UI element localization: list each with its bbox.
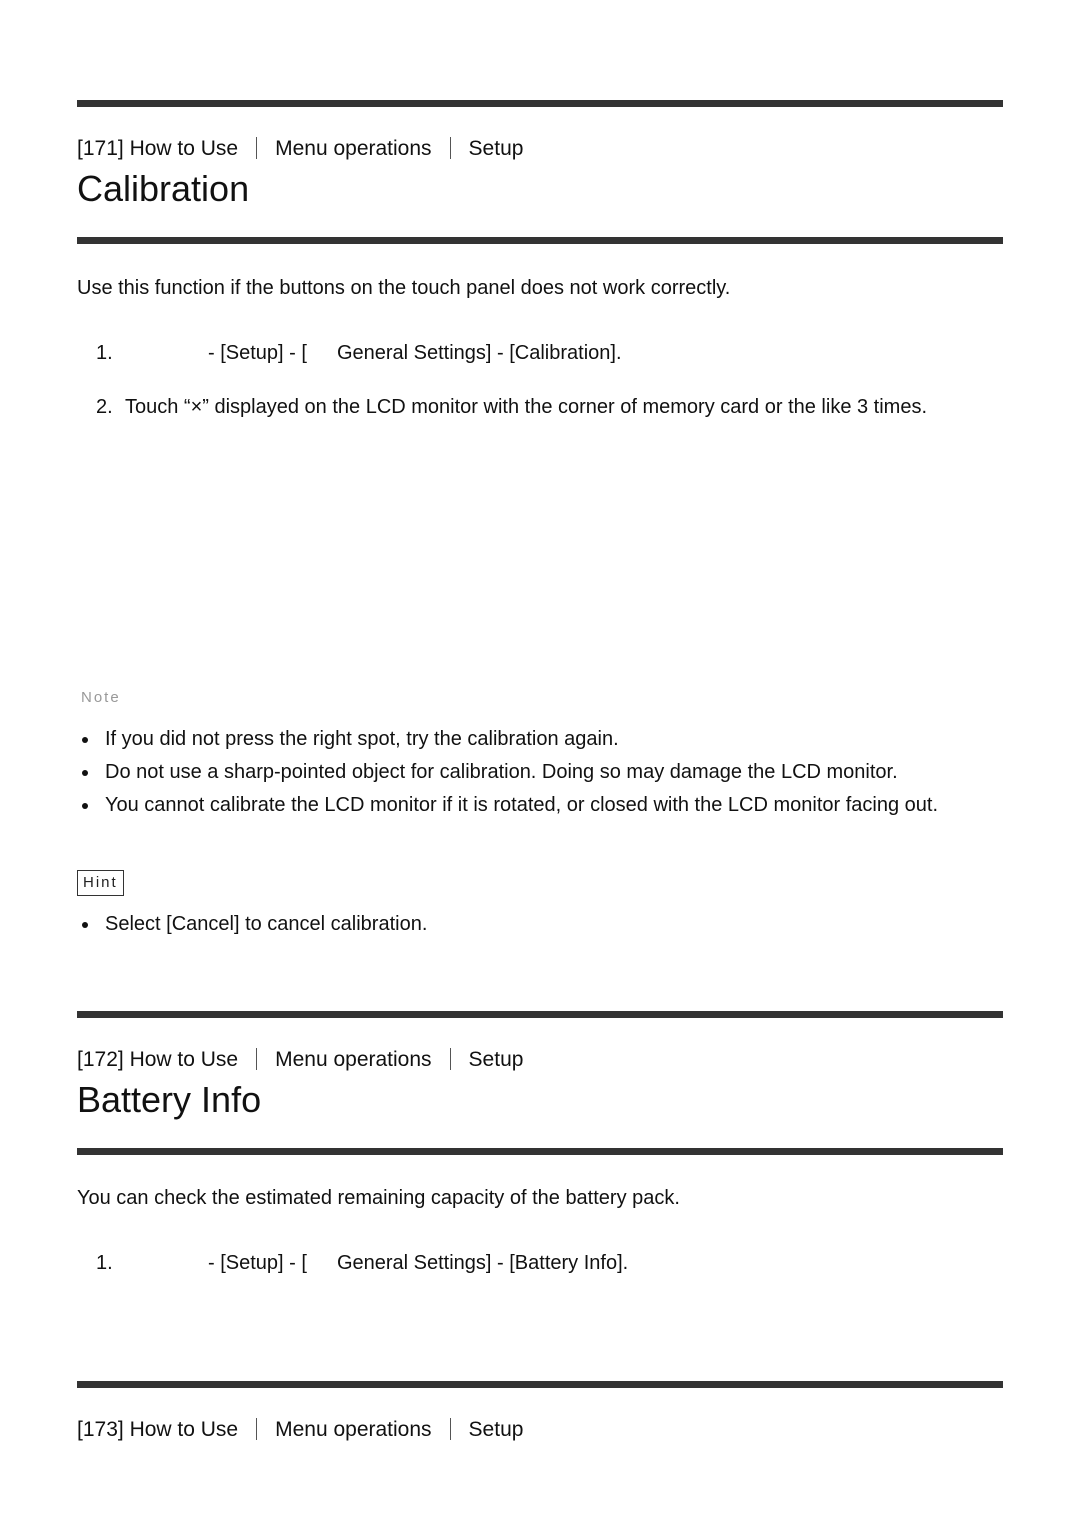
- list-item: Select [Cancel] to cancel calibration.: [77, 908, 987, 941]
- breadcrumb-number: [171]: [77, 137, 124, 160]
- list-item-text: Select [Cancel] to cancel calibration.: [105, 913, 428, 935]
- breadcrumb-separator: [449, 137, 451, 159]
- breadcrumb-separator: [256, 137, 258, 159]
- note-list: If you did not press the right spot, try…: [77, 723, 987, 822]
- bullet-icon: [82, 770, 88, 776]
- breadcrumb-item[interactable]: How to Use: [130, 1048, 239, 1071]
- section-divider: [77, 237, 1003, 244]
- breadcrumb-separator: [256, 1418, 258, 1440]
- breadcrumb-number: [172]: [77, 1048, 124, 1071]
- bullet-icon: [82, 922, 88, 928]
- list-item: If you did not press the right spot, try…: [77, 723, 987, 756]
- breadcrumb: [172] How to Use Menu operations Setup: [77, 1048, 523, 1072]
- bullet-icon: [82, 803, 88, 809]
- step-text-part: - [Setup] - [: [208, 342, 307, 364]
- breadcrumb: [173] How to Use Menu operations Setup: [77, 1418, 523, 1442]
- breadcrumb-separator: [449, 1418, 451, 1440]
- section-divider: [77, 1381, 1003, 1388]
- breadcrumb-number: [173]: [77, 1418, 124, 1441]
- breadcrumb-item[interactable]: Menu operations: [275, 137, 431, 160]
- breadcrumb-item[interactable]: Setup: [469, 1418, 524, 1441]
- breadcrumb-item[interactable]: How to Use: [130, 137, 239, 160]
- step-number: 2.: [96, 396, 113, 418]
- page-title: Calibration: [77, 168, 250, 209]
- section-divider: [77, 1148, 1003, 1155]
- breadcrumb-item[interactable]: Setup: [469, 137, 524, 160]
- list-item: Do not use a sharp-pointed object for ca…: [77, 756, 987, 789]
- breadcrumb-item[interactable]: How to Use: [130, 1418, 239, 1441]
- section-divider: [77, 100, 1003, 107]
- breadcrumb: [171] How to Use Menu operations Setup: [77, 137, 523, 161]
- hint-list: Select [Cancel] to cancel calibration.: [77, 908, 987, 941]
- breadcrumb-separator: [449, 1048, 451, 1070]
- hint-label: Hint: [77, 870, 124, 896]
- step-text: - [Setup] - [ General Settings] - [Batter…: [125, 1247, 975, 1280]
- bullet-icon: [82, 737, 88, 743]
- note-label: Note: [81, 689, 121, 706]
- list-item: You cannot calibrate the LCD monitor if …: [77, 789, 987, 822]
- intro-text: You can check the estimated remaining ca…: [77, 1187, 680, 1209]
- list-item-text: If you did not press the right spot, try…: [105, 728, 619, 750]
- breadcrumb-item[interactable]: Menu operations: [275, 1048, 431, 1071]
- step-text-part: General Settings] - [Calibration].: [336, 342, 622, 364]
- section-divider: [77, 1011, 1003, 1018]
- step-text-part: General Settings] - [Battery Info].: [336, 1252, 629, 1274]
- step-text: - [Setup] - [ General Settings] - [Calibr…: [125, 337, 975, 370]
- step-number: 1.: [96, 342, 113, 364]
- step-number: 1.: [96, 1252, 113, 1274]
- intro-text: Use this function if the buttons on the …: [77, 277, 731, 299]
- breadcrumb-separator: [256, 1048, 258, 1070]
- page-title: Battery Info: [77, 1079, 262, 1120]
- list-item-text: You cannot calibrate the LCD monitor if …: [105, 794, 939, 816]
- step-text-part: - [Setup] - [: [208, 1252, 307, 1274]
- step-text: Touch “×” displayed on the LCD monitor w…: [125, 396, 928, 418]
- breadcrumb-item[interactable]: Setup: [469, 1048, 524, 1071]
- list-item-text: Do not use a sharp-pointed object for ca…: [105, 761, 898, 783]
- breadcrumb-item[interactable]: Menu operations: [275, 1418, 431, 1441]
